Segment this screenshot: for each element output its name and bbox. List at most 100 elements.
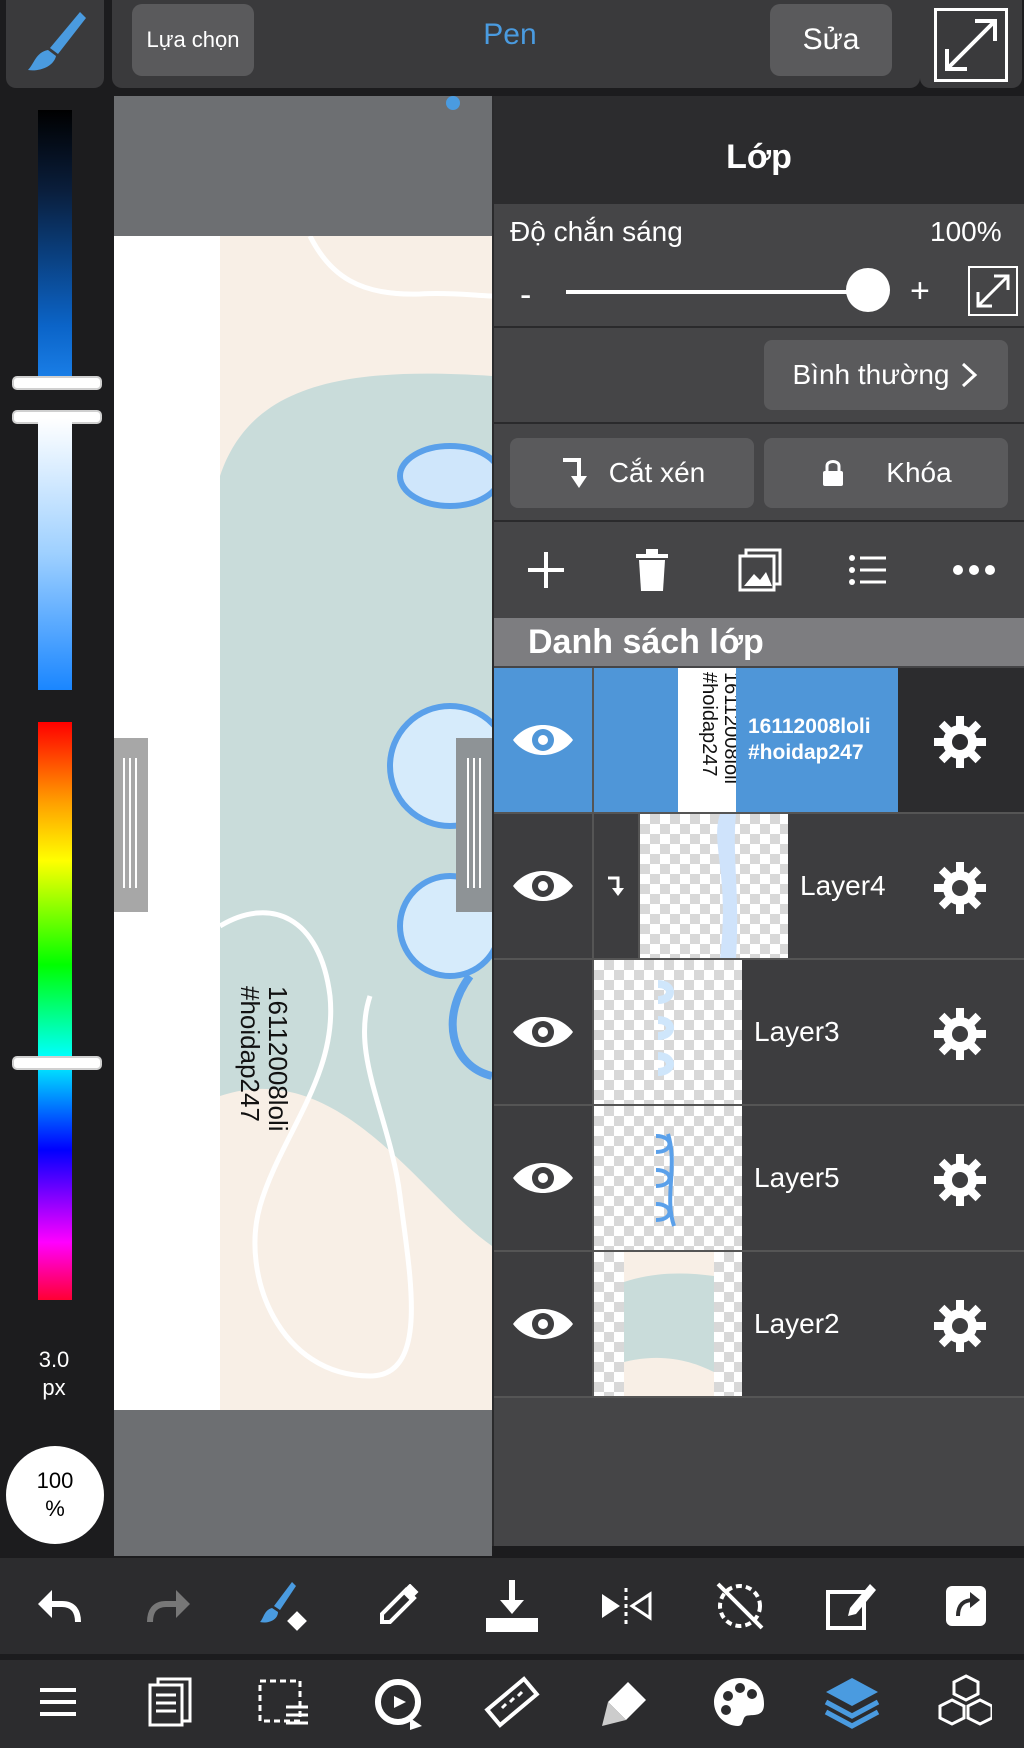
gear-icon[interactable]: [934, 1300, 986, 1352]
brush-size-indicator[interactable]: 3.0 px: [24, 1346, 84, 1402]
layer-name: Layer4: [800, 870, 886, 901]
thumbnail-art: [657, 980, 674, 1076]
download-icon: [486, 1580, 538, 1632]
flip-horizontal-button[interactable]: [598, 1578, 654, 1634]
visibility-toggle[interactable]: [494, 814, 594, 958]
brightness-handle[interactable]: [12, 376, 102, 390]
layer-thumbnail[interactable]: [640, 814, 788, 958]
clipping-button[interactable]: Cắt xén: [510, 438, 754, 508]
brush-opacity-button[interactable]: 100 %: [6, 1446, 104, 1544]
grip-icon: [123, 758, 137, 888]
artwork-shapes: [220, 236, 492, 1379]
layer-thumbnail[interactable]: [594, 1106, 742, 1250]
eyedropper-icon: [380, 1584, 419, 1624]
menu-icon: [40, 1688, 76, 1716]
gear-icon[interactable]: [934, 1154, 986, 1206]
pages-button[interactable]: [142, 1674, 198, 1730]
selection-tool-button[interactable]: [256, 1674, 312, 1730]
current-tool-title[interactable]: Pen: [420, 18, 600, 52]
right-panel-drag-handle[interactable]: [456, 738, 492, 912]
eye-icon: [513, 871, 573, 901]
eye-icon: [513, 1017, 573, 1047]
brightness-slider[interactable]: [38, 110, 72, 380]
layers-icon: [824, 1678, 880, 1729]
gear-icon[interactable]: [934, 716, 986, 768]
color-palette-button[interactable]: [712, 1674, 768, 1730]
eye-icon: [513, 1163, 573, 1193]
flip-icon: [602, 1588, 652, 1624]
canvas-watermark: 16112008loli #hoidap247: [235, 986, 293, 1132]
rotate-icon: [375, 1679, 422, 1730]
eye-icon: [513, 725, 573, 755]
layer-opacity-slider[interactable]: [566, 290, 866, 294]
menu-button[interactable]: [30, 1674, 86, 1730]
divider: [494, 520, 1024, 522]
divider: [494, 326, 1024, 328]
thumbnail-art: [655, 1133, 676, 1227]
undo-button[interactable]: [30, 1578, 86, 1634]
left-panel-drag-handle[interactable]: [114, 738, 148, 912]
marker-icon: [602, 1682, 646, 1726]
eyedropper-button[interactable]: [370, 1578, 426, 1634]
hue-slider[interactable]: [38, 722, 72, 1300]
layer-thumbnail[interactable]: [594, 960, 742, 1104]
opacity-increase-button[interactable]: +: [910, 272, 930, 311]
thumbnail-watermark-line2: #hoidap247: [698, 672, 720, 777]
layer-opacity-knob[interactable]: [846, 268, 890, 312]
visibility-toggle[interactable]: [494, 668, 594, 812]
more-options-button[interactable]: [944, 540, 1004, 600]
layer-row-layer5[interactable]: Layer5: [494, 1106, 1024, 1252]
blend-mode-button[interactable]: Bình thường: [764, 340, 1008, 410]
layer-opacity-label: Độ chắn sáng: [510, 216, 683, 247]
visibility-toggle[interactable]: [494, 1252, 594, 1396]
add-layer-button[interactable]: [516, 540, 576, 600]
saturation-slider[interactable]: [38, 418, 72, 690]
fullscreen-button[interactable]: [920, 0, 1022, 88]
watermark-line2: #hoidap247: [235, 986, 265, 1122]
opacity-decrease-button[interactable]: -: [520, 276, 531, 315]
materials-button[interactable]: [936, 1674, 992, 1730]
more-icon: [953, 565, 995, 575]
brush-opacity-value: 100: [36, 1468, 74, 1493]
save-button[interactable]: [484, 1578, 540, 1634]
layer-row-layer4[interactable]: Layer4: [494, 814, 1024, 960]
brush-eraser-toggle[interactable]: [256, 1578, 312, 1634]
image-icon: [738, 548, 782, 592]
transform-edit-button[interactable]: [824, 1578, 880, 1634]
watermark-line1: 16112008loli: [263, 986, 293, 1132]
brush-tool-button[interactable]: [6, 0, 104, 88]
layers-button[interactable]: [824, 1674, 880, 1730]
layer-list-menu-button[interactable]: [838, 540, 898, 600]
visibility-toggle[interactable]: [494, 1106, 594, 1250]
layer-thumbnail[interactable]: [594, 1252, 742, 1396]
brush-settings-button[interactable]: [598, 1674, 654, 1730]
layer-row-layer3[interactable]: Layer3: [494, 960, 1024, 1106]
redo-button[interactable]: [142, 1578, 198, 1634]
redo-icon: [147, 1590, 190, 1623]
gear-icon[interactable]: [934, 1008, 986, 1060]
visibility-toggle[interactable]: [494, 960, 594, 1104]
share-button[interactable]: [938, 1578, 994, 1634]
lock-button[interactable]: Khóa: [764, 438, 1008, 508]
layer-row-16112008loli[interactable]: 16112008loli #hoidap247 16112008loli #ho…: [494, 668, 1024, 814]
trash-icon: [636, 549, 668, 591]
ruler-button[interactable]: [484, 1674, 540, 1730]
panel-expand-button[interactable]: [968, 266, 1018, 316]
delete-layer-button[interactable]: [622, 540, 682, 600]
import-image-button[interactable]: [730, 540, 790, 600]
layer-row-layer2[interactable]: Layer2: [494, 1252, 1024, 1398]
gear-icon[interactable]: [934, 862, 986, 914]
rotate-reset-button[interactable]: [712, 1578, 768, 1634]
clip-indicator: [594, 668, 640, 812]
chevron-right-icon: [962, 362, 978, 388]
layer-thumbnail[interactable]: 16112008loli #hoidap247: [638, 668, 744, 812]
undo-icon: [38, 1590, 81, 1623]
lock-label: Khóa: [886, 457, 952, 488]
canvas-artwork[interactable]: 16112008loli #hoidap247: [220, 236, 492, 1410]
transform-tool-button[interactable]: [370, 1674, 426, 1730]
hue-handle[interactable]: [12, 1056, 102, 1070]
thumbnail-art: [717, 814, 738, 958]
edit-button[interactable]: Sửa: [770, 4, 892, 76]
selection-button[interactable]: Lựa chọn: [132, 4, 254, 76]
lock-icon: [823, 460, 844, 486]
